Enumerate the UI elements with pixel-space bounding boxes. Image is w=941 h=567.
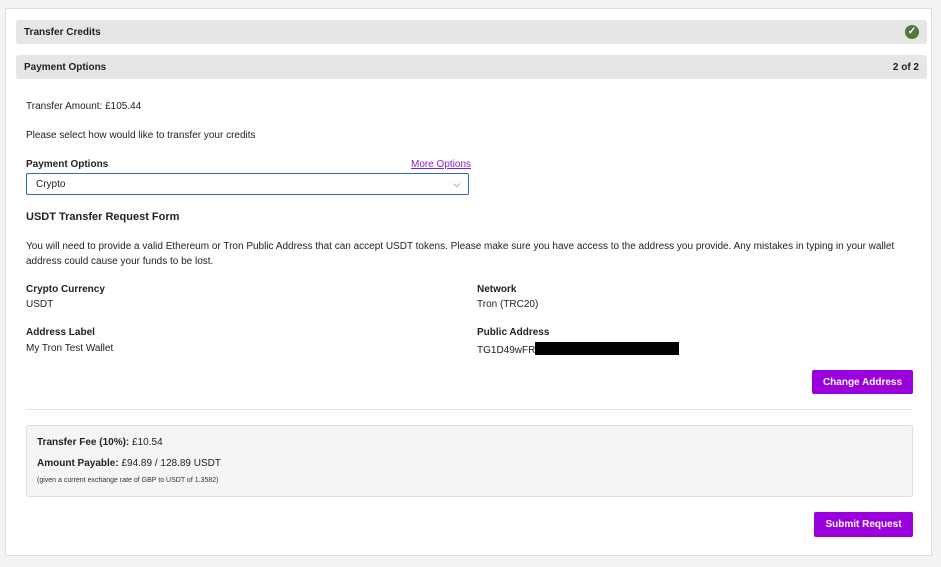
chevron-down-icon: ⌵ xyxy=(453,178,460,189)
crypto-currency-label: Crypto Currency xyxy=(26,284,105,295)
network-value: Tron (TRC20) xyxy=(477,299,539,310)
step-progress: 2 of 2 xyxy=(892,61,919,73)
transfer-fee-label: Transfer Fee (10%): xyxy=(37,437,130,448)
form-description: You will need to provide a valid Ethereu… xyxy=(26,241,895,267)
select-value: Crypto xyxy=(36,178,66,190)
amount-payable-label: Amount Payable: xyxy=(37,458,119,469)
amount-payable-value: £94.89 / 128.89 USDT xyxy=(121,458,221,469)
transfer-panel: Transfer Credits ✓ Payment Options 2 of … xyxy=(5,8,932,556)
form-title: USDT Transfer Request Form xyxy=(26,211,180,223)
public-address-value: TG1D49wFR xyxy=(477,342,680,356)
redaction-bar xyxy=(535,342,680,355)
public-address-text: TG1D49wFR xyxy=(477,345,536,356)
step-payment-options[interactable]: Payment Options 2 of 2 xyxy=(16,55,927,79)
payment-summary: Transfer Fee (10%): £10.54 Amount Payabl… xyxy=(26,425,913,497)
crypto-currency-value: USDT xyxy=(26,299,54,310)
transfer-amount: Transfer Amount: £105.44 xyxy=(26,101,142,112)
more-options-link[interactable]: More Options xyxy=(411,159,471,170)
check-icon: ✓ xyxy=(905,25,919,39)
network-label: Network xyxy=(477,284,517,295)
public-address-label: Public Address xyxy=(477,327,550,338)
instruction-text: Please select how would like to transfer… xyxy=(26,130,256,141)
payment-options-label: Payment Options xyxy=(26,159,109,170)
amount-payable: Amount Payable: £94.89 / 128.89 USDT xyxy=(37,458,221,469)
step-transfer-credits[interactable]: Transfer Credits ✓ xyxy=(16,20,927,44)
payment-options-select[interactable]: Crypto ⌵ xyxy=(26,173,469,195)
address-label-label: Address Label xyxy=(26,327,95,338)
divider xyxy=(26,409,913,410)
submit-request-button[interactable]: Submit Request xyxy=(814,512,913,537)
change-address-button[interactable]: Change Address xyxy=(812,370,913,394)
exchange-rate-note: (given a current exchange rate of GBP to… xyxy=(37,477,219,484)
step-title: Payment Options xyxy=(24,61,107,73)
transfer-fee: Transfer Fee (10%): £10.54 xyxy=(37,437,163,448)
step-title: Transfer Credits xyxy=(24,26,101,38)
address-label-value: My Tron Test Wallet xyxy=(26,343,114,354)
transfer-fee-value: £10.54 xyxy=(132,437,163,448)
